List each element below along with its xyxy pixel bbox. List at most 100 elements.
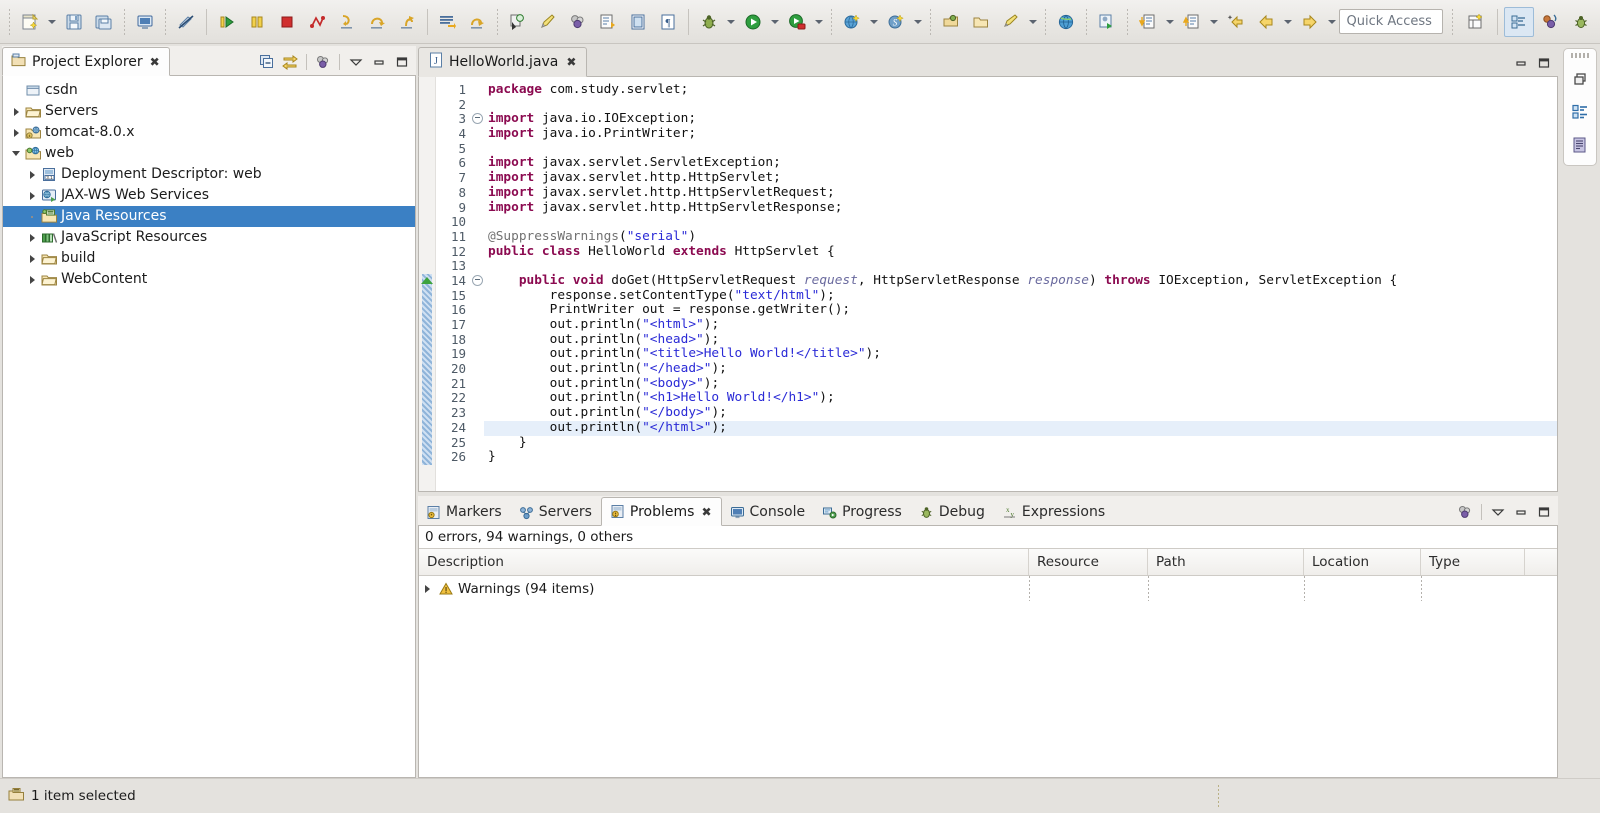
back-icon[interactable] (1251, 7, 1281, 37)
step-over-icon[interactable] (362, 7, 392, 37)
code-line[interactable]: public class HelloWorld extends HttpServ… (484, 244, 1557, 260)
chevron-right-icon[interactable] (425, 584, 430, 593)
minimize-icon[interactable] (1510, 53, 1532, 73)
editor-source-code[interactable]: package com.study.servlet; import java.i… (484, 77, 1557, 491)
code-line[interactable]: out.println("</head>"); (484, 361, 1557, 377)
run-ant-icon[interactable] (1092, 7, 1122, 37)
suspend-icon[interactable] (242, 7, 272, 37)
spring-icon[interactable]: S (881, 7, 911, 37)
back-dropdown-arrow-icon[interactable] (1281, 8, 1295, 36)
code-line[interactable]: import javax.servlet.http.HttpServlet; (484, 170, 1557, 186)
forward-icon[interactable] (1295, 7, 1325, 37)
fold-collapse-icon[interactable] (470, 274, 484, 289)
close-icon[interactable]: ✖ (150, 55, 160, 69)
chevron-right-icon[interactable] (25, 254, 39, 263)
close-icon[interactable]: ✖ (566, 55, 576, 69)
tree-item-csdn[interactable]: csdn (3, 80, 415, 101)
pencil-icon[interactable] (533, 7, 563, 37)
run-on-server-dropdown-arrow-icon[interactable] (812, 8, 826, 36)
code-line[interactable]: } (484, 449, 1557, 465)
maximize-icon[interactable] (1533, 53, 1555, 73)
code-line[interactable]: package com.study.servlet; (484, 82, 1557, 98)
code-line[interactable] (484, 98, 1557, 113)
tree-item-jax-ws-web-services[interactable]: JAX-WS Web Services (3, 185, 415, 206)
column-separator[interactable] (1029, 576, 1030, 601)
new-web-project-dropdown-arrow-icon[interactable] (867, 8, 881, 36)
new-folder-icon[interactable] (966, 7, 996, 37)
code-line[interactable]: out.println("</html>"); (484, 420, 1557, 436)
java-perspective-icon[interactable] (1535, 7, 1565, 37)
new-wizard-icon[interactable] (15, 7, 45, 37)
new-wizard-dropdown-arrow-icon[interactable] (45, 8, 59, 36)
save-icon[interactable] (59, 7, 89, 37)
maximize-icon[interactable] (1533, 502, 1555, 522)
column-header-path[interactable]: Path (1148, 549, 1304, 575)
terminate-icon[interactable] (272, 7, 302, 37)
task-list-icon[interactable] (1567, 133, 1593, 157)
editor-text-area[interactable]: 1 2 3 4 5 6 7 8 9 10 11 12 13 14 15 16 17 18 19 20 21 22 23 24 2… (418, 77, 1558, 492)
step-into-icon[interactable] (332, 7, 362, 37)
tab-console[interactable]: Console (722, 498, 815, 526)
run-icon[interactable] (738, 7, 768, 37)
outline-view-icon[interactable] (1567, 100, 1593, 124)
table-row[interactable]: Warnings (94 items) (419, 576, 1557, 601)
next-annotation-icon[interactable] (593, 7, 623, 37)
new-web-project-icon[interactable] (837, 7, 867, 37)
search-marbles-icon[interactable] (563, 7, 593, 37)
column-header-type[interactable]: Type (1421, 549, 1525, 575)
code-line[interactable]: out.println("<h1>Hello World!</h1>"); (484, 391, 1557, 406)
step-return-icon[interactable] (392, 7, 422, 37)
toggle-block-selection-icon[interactable] (623, 7, 653, 37)
code-line[interactable]: out.println("<head>"); (484, 332, 1557, 348)
fold-collapse-icon[interactable] (470, 112, 484, 127)
link-with-editor-icon[interactable] (279, 52, 301, 72)
back-star-icon[interactable] (1221, 7, 1251, 37)
warning-marker-icon[interactable] (421, 277, 433, 285)
debug-bug-icon[interactable] (694, 7, 724, 37)
save-all-icon[interactable] (89, 7, 119, 37)
code-line[interactable]: } (484, 435, 1557, 451)
restore-icon[interactable] (1567, 67, 1593, 91)
debug-dropdown-arrow-icon[interactable] (724, 8, 738, 36)
code-line[interactable]: import java.io.IOException; (484, 112, 1557, 127)
new-file-icon[interactable] (996, 7, 1026, 37)
tree-item-webcontent[interactable]: WebContent (3, 269, 415, 290)
open-type-icon[interactable] (503, 7, 533, 37)
new-package-icon[interactable] (936, 7, 966, 37)
run-dropdown-arrow-icon[interactable] (768, 8, 782, 36)
tree-item-servers[interactable]: Servers (3, 101, 415, 122)
column-separator[interactable] (1421, 576, 1422, 601)
code-line[interactable]: out.println("<title>Hello World!</title>… (484, 347, 1557, 362)
tree-twisty-placeholder[interactable] (25, 215, 39, 218)
code-line[interactable] (484, 259, 1557, 274)
chevron-right-icon[interactable] (9, 128, 23, 137)
tab-debug[interactable]: Debug (911, 498, 994, 526)
spring-dropdown-arrow-icon[interactable] (911, 8, 925, 36)
column-header-resource[interactable]: Resource (1029, 549, 1148, 575)
debug-perspective-icon[interactable] (1566, 7, 1596, 37)
next-edit-dropdown-arrow-icon[interactable] (1207, 8, 1221, 36)
collapse-all-icon[interactable] (256, 52, 278, 72)
tab-servers[interactable]: Servers (511, 498, 601, 526)
column-header-description[interactable]: Description (419, 549, 1029, 575)
code-line[interactable]: import javax.servlet.http.HttpServletRes… (484, 200, 1557, 216)
chevron-right-icon[interactable] (25, 233, 39, 242)
disconnect-icon[interactable] (302, 7, 332, 37)
next-edit-icon[interactable] (1177, 7, 1207, 37)
previous-edit-dropdown-arrow-icon[interactable] (1163, 8, 1177, 36)
tab-project-explorer[interactable]: Project Explorer ✖ (2, 47, 170, 76)
show-whitespace-icon[interactable]: ¶ (653, 7, 683, 37)
column-separator[interactable] (1148, 576, 1149, 601)
view-menu-icon[interactable] (345, 52, 367, 72)
tree-item-web[interactable]: web (3, 143, 415, 164)
resume-icon[interactable] (212, 7, 242, 37)
code-line[interactable] (484, 215, 1557, 230)
close-icon[interactable]: ✖ (701, 505, 711, 519)
tree-item-deployment-descriptor-web[interactable]: 3.1 Deployment Descriptor: web (3, 164, 415, 185)
tree-item-java-resources[interactable]: Java Resources (3, 206, 415, 227)
new-file-dropdown-arrow-icon[interactable] (1026, 8, 1040, 36)
code-line[interactable]: public void doGet(HttpServletRequest req… (484, 273, 1557, 289)
tab-expressions[interactable]: x y Expressions (994, 498, 1114, 526)
web-browser-icon[interactable] (1051, 7, 1081, 37)
editor-marker-ruler[interactable] (419, 77, 436, 491)
